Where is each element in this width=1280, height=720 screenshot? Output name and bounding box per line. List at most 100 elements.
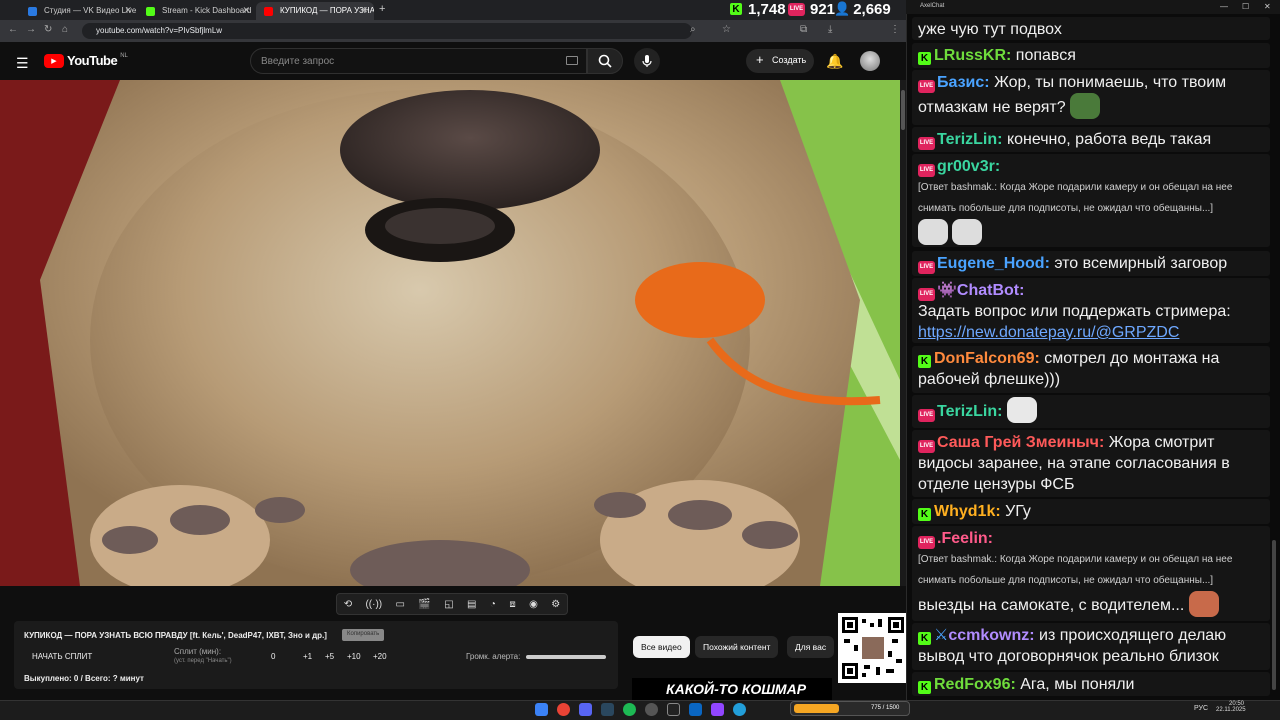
new-tab-button[interactable]: + xyxy=(379,3,385,15)
video-player[interactable] xyxy=(0,80,900,586)
chat-message: LIVE Eugene_Hood: это всемирный заговор xyxy=(912,251,1270,276)
chip-related[interactable]: Похожий контент xyxy=(695,636,779,658)
crop-icon[interactable]: ◱ xyxy=(444,599,453,610)
hamburger-menu-icon[interactable]: ☰ xyxy=(16,55,29,72)
clapper-icon[interactable]: 🎬 xyxy=(418,599,430,610)
microphone-icon xyxy=(642,55,652,67)
donate-link[interactable]: https://new.donatepay.ru/@GRPZDC xyxy=(918,322,1264,343)
tab-close-icon[interactable]: ✕ xyxy=(124,5,132,16)
terminal-icon[interactable] xyxy=(667,703,680,716)
tab-kick-dashboard[interactable]: Stream - Kick Dashboard ✕ xyxy=(138,2,256,20)
speed-icon[interactable]: ◔ xyxy=(490,599,496,610)
reload-icon[interactable]: ↻ xyxy=(44,24,52,35)
download-icon[interactable]: ⤓ xyxy=(828,24,832,35)
keyboard-icon[interactable] xyxy=(566,56,578,65)
voice-search-button[interactable] xyxy=(634,48,660,74)
bot-icon: 👾 xyxy=(937,282,957,299)
vk-live-badge-icon: LIVE xyxy=(918,137,935,150)
tab-close-icon[interactable]: ✕ xyxy=(242,5,250,16)
chat-message: LIVE Саша Грей Змеиныч: Жора смотрит видо… xyxy=(912,430,1270,497)
create-button[interactable]: + Создать xyxy=(746,49,814,73)
vk-live-badge-icon: LIVE xyxy=(918,536,935,549)
start-split-button[interactable]: НАЧАТЬ СПЛИТ xyxy=(32,652,92,661)
camera-icon[interactable]: ◉ xyxy=(529,599,538,610)
donation-progress-widget: 775 / 1500 xyxy=(790,701,910,716)
add-5-button[interactable]: +5 xyxy=(325,652,334,661)
stream-tools-toolbar: ⟲ ((·)) ▭ 🎬 ◱ ▤ ◔ ⧈ ◉ ⚙ xyxy=(336,593,568,615)
split-label: Сплит (мин): xyxy=(174,647,222,656)
bookmark-star-icon[interactable]: ☆ xyxy=(722,24,731,35)
vk-live-badge-icon: LIVE xyxy=(918,164,935,177)
kick-counter: K 1,748 xyxy=(730,0,786,18)
reply-quote: [Ответ bashmak.: Когда Жоре подарили кам… xyxy=(918,554,1233,586)
youtube-logo[interactable]: ▶ YouTube NL xyxy=(44,53,128,68)
vk-live-badge-icon: LIVE xyxy=(918,288,935,301)
youtube-favicon-icon xyxy=(264,7,273,16)
copy-button[interactable]: Копировать xyxy=(342,629,385,641)
video-title: КУПИКОД — ПОРА УЗНАТЬ ВСЮ ПРАВДУ [ft. Ке… xyxy=(24,631,327,640)
chip-all-videos[interactable]: Все видео xyxy=(633,636,690,658)
search-icon xyxy=(598,54,612,68)
frog-emote-icon xyxy=(1070,93,1101,119)
minimize-icon[interactable]: — xyxy=(1220,2,1228,11)
repeat-icon[interactable]: ⟲ xyxy=(344,599,352,610)
spotify-icon[interactable] xyxy=(623,703,636,716)
add-10-button[interactable]: +10 xyxy=(347,652,361,661)
video-thumbnail[interactable]: КАКОЙ-ТО КОШМАР xyxy=(632,678,832,700)
clown-emote-icon xyxy=(1006,397,1037,423)
kick-favicon-icon xyxy=(146,7,155,16)
zoom-icon[interactable]: ⌕ xyxy=(690,24,696,35)
chat-scrollbar[interactable] xyxy=(1272,540,1276,690)
discord-icon[interactable] xyxy=(579,703,592,716)
tab-youtube-video[interactable]: КУПИКОД — ПОРА УЗНАТЬ ВСЮ ПРАВДУ ✕ xyxy=(256,2,374,20)
app-icon[interactable] xyxy=(689,703,702,716)
forward-icon[interactable]: → xyxy=(26,24,36,35)
vk-live-badge-icon: LIVE xyxy=(918,409,935,422)
chat-message: K RedFox96: Ага, мы поняли xyxy=(912,672,1270,696)
chrome-icon[interactable] xyxy=(557,703,570,716)
cast-icon[interactable]: ▭ xyxy=(396,599,405,610)
avatar[interactable] xyxy=(860,51,880,71)
video-frame-image xyxy=(0,80,900,586)
notifications-bell-icon[interactable]: 🔔 xyxy=(826,53,843,70)
viewers-counter: 👤 2,669 xyxy=(834,0,891,18)
obs-icon[interactable] xyxy=(645,703,658,716)
chat-message: LIVE 👾ChatBot: Задать вопрос или поддержа… xyxy=(912,278,1270,343)
chat-message: K LRussKR: попався xyxy=(912,43,1270,68)
add-20-button[interactable]: +20 xyxy=(373,652,387,661)
maximize-icon[interactable]: ☐ xyxy=(1242,2,1249,11)
close-window-icon[interactable]: ✕ xyxy=(1264,2,1271,11)
film-icon[interactable]: ▤ xyxy=(467,599,476,610)
clock[interactable]: 20:50 22.11.2025 xyxy=(1216,701,1246,713)
url-field[interactable]: youtube.com/watch?v=PIvSbfjlmLw xyxy=(82,23,692,39)
person-icon: 👤 xyxy=(834,1,851,16)
chat-message: K Whyd1k: УГу xyxy=(912,499,1270,524)
search-button[interactable] xyxy=(587,48,623,74)
start-menu-icon[interactable] xyxy=(535,703,548,716)
alert-volume-slider[interactable] xyxy=(526,655,606,659)
split-value-input[interactable]: 0 xyxy=(271,652,275,661)
tab-vk-studio[interactable]: Студия — VK Видео Live ✕ xyxy=(20,2,138,20)
kick-badge-icon: K xyxy=(918,681,931,694)
back-icon[interactable]: ← xyxy=(8,24,18,35)
tab-close-icon[interactable]: ✕ xyxy=(360,5,368,16)
face-emote-icon xyxy=(1188,591,1219,617)
telegram-icon[interactable] xyxy=(733,703,746,716)
menu-dots-icon[interactable]: ⋮ xyxy=(890,24,900,35)
kick-badge-icon: K xyxy=(918,508,931,521)
language-indicator[interactable]: РУС xyxy=(1194,705,1208,712)
chip-for-you[interactable]: Для вас xyxy=(787,636,835,658)
home-icon[interactable]: ⌂ xyxy=(62,24,68,35)
kick-badge-icon: K xyxy=(918,52,931,65)
settings-gear-icon[interactable]: ⚙ xyxy=(551,599,560,610)
search-input[interactable]: Введите запрос xyxy=(250,48,587,74)
chat-message: уже чую тут подвох xyxy=(912,17,1270,40)
extensions-icon[interactable]: ⧉ xyxy=(800,24,807,35)
add-1-button[interactable]: +1 xyxy=(303,652,312,661)
chat-message: K DonFalcon69: смотрел до монтажа на рабо… xyxy=(912,346,1270,393)
steam-icon[interactable] xyxy=(601,703,614,716)
pip-icon[interactable]: ⧈ xyxy=(509,599,515,610)
broadcast-icon[interactable]: ((·)) xyxy=(365,599,382,610)
taskbar xyxy=(0,700,1280,720)
twitch-icon[interactable] xyxy=(711,703,724,716)
